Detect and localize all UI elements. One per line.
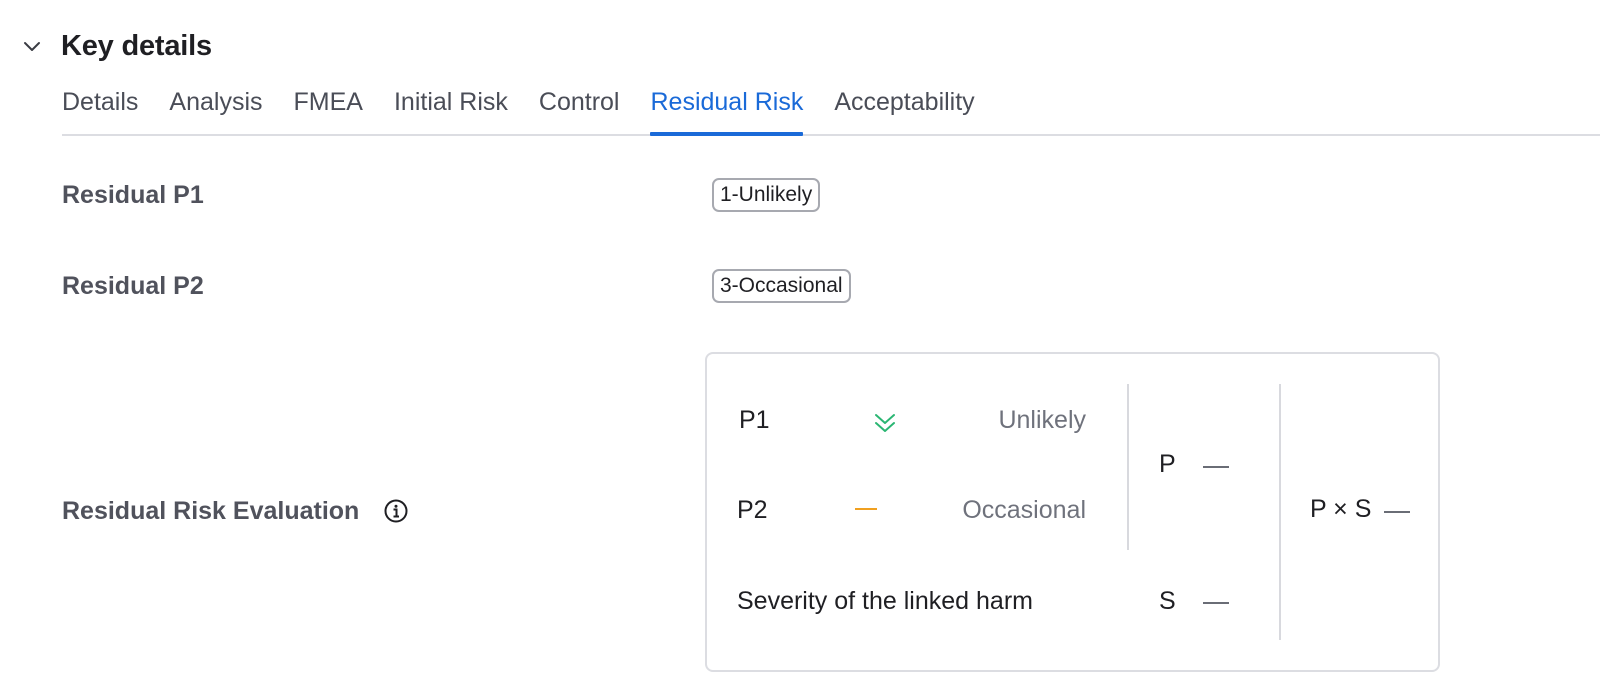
tab-details[interactable]: Details — [62, 82, 138, 134]
p-label: P — [1159, 450, 1176, 478]
p-value-dash — [1203, 466, 1229, 468]
tab-fmea[interactable]: FMEA — [294, 82, 363, 134]
residual-p1-label: Residual P1 — [62, 180, 204, 209]
residual-risk-evaluation-text: Residual Risk Evaluation — [62, 496, 360, 525]
s-value-dash — [1203, 602, 1229, 604]
tab-residual-risk[interactable]: Residual Risk — [650, 82, 803, 136]
tab-initial-risk[interactable]: Initial Risk — [394, 82, 508, 134]
section-title: Key details — [61, 29, 212, 62]
p1-label: P1 — [739, 406, 770, 434]
pxs-label: P × S — [1310, 495, 1372, 523]
pxs-value-dash — [1384, 511, 1410, 513]
residual-p2-label: Residual P2 — [62, 271, 204, 300]
tab-acceptability[interactable]: Acceptability — [834, 82, 974, 134]
p2-label: P2 — [737, 496, 768, 524]
residual-p2-badge: 3-Occasional — [712, 269, 851, 303]
tab-bar: Details Analysis FMEA Initial Risk Contr… — [62, 82, 1600, 136]
double-chevron-down-icon — [872, 410, 898, 441]
collapse-chevron-icon[interactable] — [20, 34, 44, 58]
s-label: S — [1159, 587, 1176, 615]
risk-evaluation-card: P1 Unlikely P2 Occasional Severity of th… — [705, 352, 1440, 672]
p1-level: Unlikely — [998, 406, 1086, 434]
severity-label: Severity of the linked harm — [737, 587, 1033, 615]
residual-risk-evaluation-label: Residual Risk Evaluation — [62, 493, 409, 529]
divider-2 — [1279, 384, 1281, 640]
tab-control[interactable]: Control — [539, 82, 620, 134]
tab-analysis[interactable]: Analysis — [169, 82, 262, 134]
divider-1 — [1127, 384, 1129, 550]
p2-level: Occasional — [962, 496, 1086, 524]
dash-icon — [855, 508, 877, 510]
section-header: Key details — [20, 26, 212, 66]
residual-p1-badge: 1-Unlikely — [712, 178, 821, 212]
info-icon[interactable] — [383, 498, 409, 524]
